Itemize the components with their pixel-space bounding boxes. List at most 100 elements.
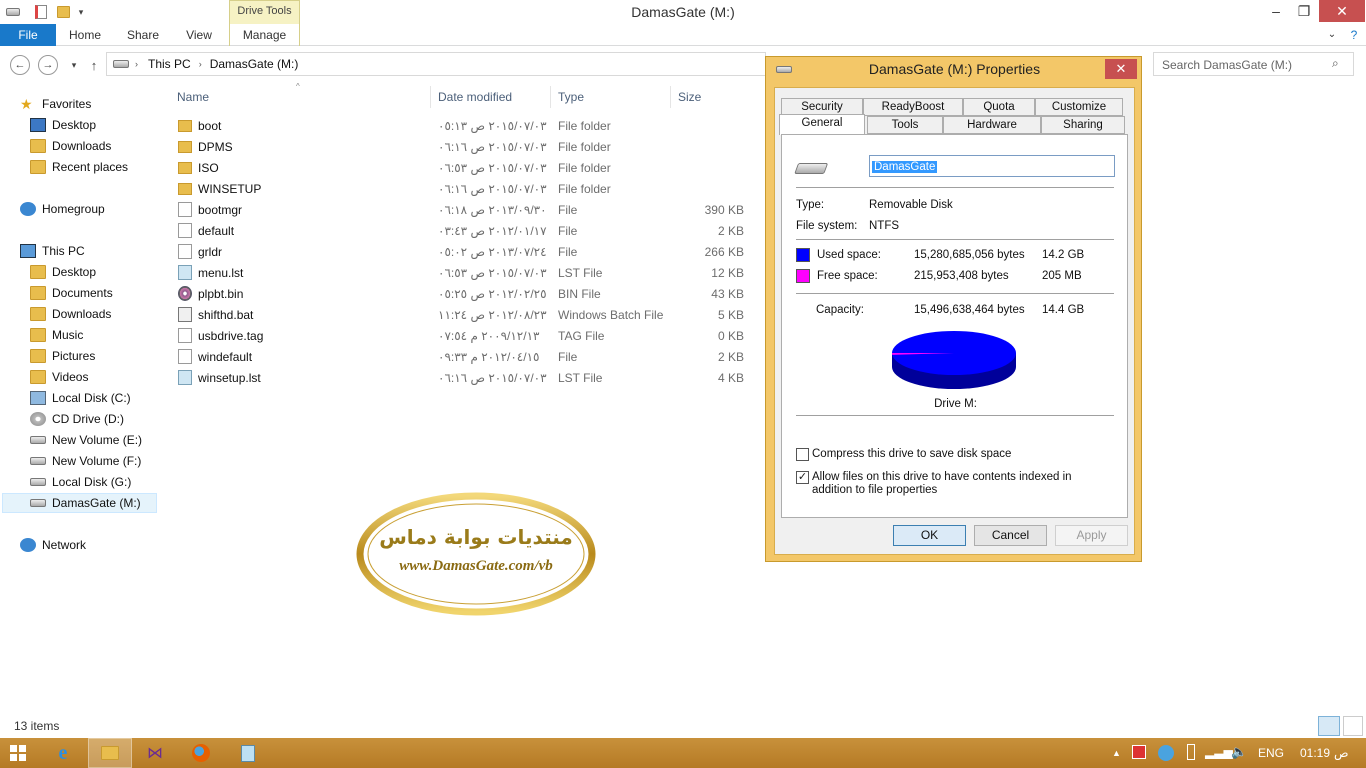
column-divider[interactable] xyxy=(670,86,671,108)
nav-desktop[interactable]: Desktop xyxy=(30,115,96,135)
address-bar[interactable]: › This PC › DamasGate (M:) xyxy=(106,52,766,76)
column-size[interactable]: Size xyxy=(678,90,701,104)
tab-tools[interactable]: Tools xyxy=(867,116,943,134)
nav-local-disk-c[interactable]: Local Disk (C:) xyxy=(30,388,131,408)
expand-ribbon-icon[interactable]: ⌄ xyxy=(1322,24,1342,46)
apply-button[interactable]: Apply xyxy=(1055,525,1128,546)
capacity-bytes: 15,496,638,464 bytes xyxy=(914,304,1025,316)
tab-manage[interactable]: Manage xyxy=(229,24,300,46)
file-row[interactable]: menu.lst ٢٠١٥/٠٧/٠٣ ص ٠٦:٥٣ LST File 12 KB xyxy=(172,262,752,283)
file-row[interactable]: boot ٢٠١٥/٠٧/٠٣ ص ٠٥:١٣ File folder xyxy=(172,115,752,136)
tab-customize[interactable]: Customize xyxy=(1035,98,1123,116)
index-label[interactable]: Allow files on this drive to have conten… xyxy=(812,471,1112,497)
tab-general[interactable]: General xyxy=(779,114,865,135)
file-size: 5 KB xyxy=(717,308,744,322)
index-checkbox[interactable]: ✓ xyxy=(796,471,809,484)
visual-studio-icon[interactable]: ⋈ xyxy=(133,738,177,768)
tab-share[interactable]: Share xyxy=(118,24,168,46)
file-row[interactable]: plpbt.bin ٢٠١٢/٠٢/٢٥ ص ٠٥:٢٥ BIN File 43 KB xyxy=(172,283,752,304)
drive-name-input[interactable]: DamasGate xyxy=(869,155,1115,177)
search-input[interactable]: Search DamasGate (M:) xyxy=(1153,52,1354,76)
folder-icon xyxy=(178,162,192,174)
nav-videos[interactable]: Videos xyxy=(30,367,88,387)
file-size: 12 KB xyxy=(711,266,744,280)
compress-label[interactable]: Compress this drive to save disk space xyxy=(812,448,1011,460)
address-drive-icon xyxy=(113,60,129,68)
column-type[interactable]: Type xyxy=(558,90,584,104)
nav-this-pc[interactable]: This PC xyxy=(20,241,85,261)
file-row[interactable]: shifthd.bat ٢٠١٢/٠٨/٢٣ ص ١١:٢٤ Windows Bat… xyxy=(172,304,752,325)
file-row[interactable]: windefault ٢٠١٢/٠٤/١٥ م ٠٩:٣٣ File 2 KB xyxy=(172,346,752,367)
file-explorer-icon[interactable] xyxy=(88,738,132,768)
nav-music[interactable]: Music xyxy=(30,325,83,345)
file-name: bootmgr xyxy=(198,203,243,217)
file-row[interactable]: WINSETUP ٢٠١٥/٠٧/٠٣ ص ٠٦:١٦ File folder xyxy=(172,178,752,199)
notepad-icon[interactable] xyxy=(226,738,270,768)
nav-new-volume-e[interactable]: New Volume (E:) xyxy=(30,430,142,450)
file-row[interactable]: usbdrive.tag ٢٠٠٩/١٢/١٣ م ٠٧:٥٤ TAG File 0 … xyxy=(172,325,752,346)
divider xyxy=(796,187,1114,188)
details-view-icon[interactable] xyxy=(1318,716,1340,736)
file-row[interactable]: grldr ٢٠١٣/٠٧/٢٤ ص ٠٥:٠٢ File 266 KB xyxy=(172,241,752,262)
forward-button[interactable]: → xyxy=(38,55,58,75)
nav-homegroup[interactable]: Homegroup xyxy=(20,199,105,219)
nav-recent-places[interactable]: Recent places xyxy=(30,157,128,177)
tab-home[interactable]: Home xyxy=(60,24,110,46)
firefox-icon[interactable] xyxy=(179,738,223,768)
search-icon[interactable]: ⌕ xyxy=(1332,56,1339,71)
tab-readyboost[interactable]: ReadyBoost xyxy=(863,98,963,116)
cancel-button[interactable]: Cancel xyxy=(974,525,1047,546)
nav-pictures[interactable]: Pictures xyxy=(30,346,95,366)
nav-cd-drive-d[interactable]: CD Drive (D:) xyxy=(30,409,124,429)
column-divider[interactable] xyxy=(430,86,431,108)
volume-icon[interactable]: 🔈 xyxy=(1231,744,1247,760)
browser-tray-icon[interactable] xyxy=(1158,745,1174,761)
battery-icon[interactable] xyxy=(1187,744,1195,760)
column-name[interactable]: Name xyxy=(177,90,209,104)
language-indicator[interactable]: ENG xyxy=(1258,746,1284,760)
nav-new-volume-f[interactable]: New Volume (F:) xyxy=(30,451,141,471)
tab-quota[interactable]: Quota xyxy=(963,98,1035,116)
nav-favorites[interactable]: ★ Favorites xyxy=(20,94,91,114)
clock-ampm[interactable]: ص xyxy=(1334,746,1349,760)
tab-file[interactable]: File xyxy=(0,24,56,46)
nav-local-disk-g[interactable]: Local Disk (G:) xyxy=(30,472,131,492)
start-button[interactable] xyxy=(0,738,36,768)
close-button[interactable]: ✕ xyxy=(1319,0,1365,22)
nav-documents[interactable]: Documents xyxy=(30,283,113,303)
large-icons-view-icon[interactable] xyxy=(1343,716,1363,736)
action-center-icon[interactable] xyxy=(1132,745,1146,759)
breadcrumb-this-pc[interactable]: This PC xyxy=(148,57,191,71)
column-date-modified[interactable]: Date modified xyxy=(438,90,512,104)
up-button[interactable]: ↑ xyxy=(84,55,104,75)
tab-view[interactable]: View xyxy=(176,24,222,46)
ok-button[interactable]: OK xyxy=(893,525,966,546)
network-signal-icon[interactable]: ▂▃▅ xyxy=(1205,745,1233,759)
file-row[interactable]: bootmgr ٢٠١٣/٠٩/٣٠ ص ٠٦:١٨ File 390 KB xyxy=(172,199,752,220)
sort-ascending-icon: ^ xyxy=(296,82,300,91)
nav-pc-desktop[interactable]: Desktop xyxy=(30,262,96,282)
tab-hardware[interactable]: Hardware xyxy=(943,116,1041,134)
nav-pc-downloads[interactable]: Downloads xyxy=(30,304,111,324)
show-hidden-icons-icon[interactable]: ▲ xyxy=(1112,748,1121,758)
help-icon[interactable]: ? xyxy=(1344,24,1364,46)
tab-sharing[interactable]: Sharing xyxy=(1041,116,1125,134)
file-row[interactable]: ISO ٢٠١٥/٠٧/٠٣ ص ٠٦:٥٣ File folder xyxy=(172,157,752,178)
nav-network[interactable]: Network xyxy=(20,535,86,555)
file-icon xyxy=(178,370,192,385)
back-button[interactable]: ← xyxy=(10,55,30,75)
file-row[interactable]: DPMS ٢٠١٥/٠٧/٠٣ ص ٠٦:١٦ File folder xyxy=(172,136,752,157)
folder-icon xyxy=(178,183,192,195)
compress-checkbox[interactable] xyxy=(796,448,809,461)
file-row[interactable]: winsetup.lst ٢٠١٥/٠٧/٠٣ ص ٠٦:١٦ LST File 4 … xyxy=(172,367,752,388)
file-row[interactable]: default ٢٠١٢/٠١/١٧ ص ٠٣:٤٣ File 2 KB xyxy=(172,220,752,241)
column-divider[interactable] xyxy=(550,86,551,108)
recent-locations-icon[interactable]: ▾ xyxy=(64,55,84,75)
nav-downloads[interactable]: Downloads xyxy=(30,136,111,156)
nav-damasgate-m[interactable]: DamasGate (M:) xyxy=(2,493,157,513)
used-space-size: 14.2 GB xyxy=(1042,249,1085,261)
breadcrumb-damasgate[interactable]: DamasGate (M:) xyxy=(210,57,299,71)
internet-explorer-icon[interactable]: e xyxy=(41,738,85,768)
clock-time[interactable]: 01:19 xyxy=(1300,746,1330,760)
dialog-close-button[interactable]: ✕ xyxy=(1105,59,1137,79)
